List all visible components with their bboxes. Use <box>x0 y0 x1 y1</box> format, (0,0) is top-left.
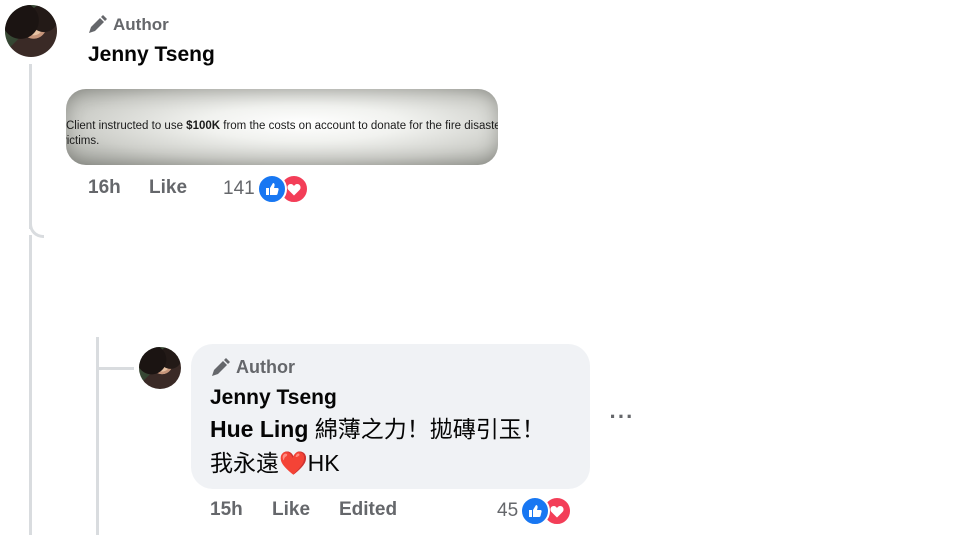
thread-curve-reply <box>96 337 134 370</box>
reply-time[interactable]: 15h <box>210 499 272 521</box>
image-text-line-2: victims. <box>66 135 100 147</box>
avatar-photo <box>139 347 181 389</box>
author-badge: Author <box>210 357 295 378</box>
pencil-icon <box>212 357 230 376</box>
reply-avatar[interactable] <box>139 347 181 389</box>
reply-text-line-2: 我永遠❤️HK <box>210 450 340 476</box>
thread-line-reply-branch <box>29 235 32 535</box>
comment-image-text: Client instructed to use $100K from the … <box>66 119 498 149</box>
reply-meta: 15h Like Edited <box>210 499 397 521</box>
author-badge-label: Author <box>236 357 295 377</box>
reply-text-line-1: Hue Ling 綿薄之力！拋磚引玉！ <box>210 416 545 442</box>
commenter-name[interactable]: Jenny Tseng <box>210 386 337 410</box>
heart-emoji: ❤️ <box>279 450 308 476</box>
reaction-summary[interactable]: 141 <box>223 174 309 204</box>
like-button[interactable]: Like <box>149 177 187 199</box>
mention-link[interactable]: Hue Ling <box>210 416 308 442</box>
commenter-name[interactable]: Jenny Tseng <box>88 43 215 67</box>
comment-image[interactable]: Client instructed to use $100K from the … <box>66 89 498 165</box>
comment-time[interactable]: 16h <box>88 177 149 199</box>
reaction-count: 45 <box>497 500 519 521</box>
more-options-button[interactable]: ··· <box>606 402 638 432</box>
comment-meta: 16h Like <box>88 177 187 199</box>
image-text-line-1: Client instructed to use $100K from the … <box>66 120 498 132</box>
like-button[interactable]: Like <box>272 499 339 521</box>
author-badge: Author <box>87 15 169 35</box>
like-icon <box>520 496 551 526</box>
thread-curve-main <box>29 205 44 238</box>
edited-label[interactable]: Edited <box>339 499 397 521</box>
reaction-summary[interactable]: 45 <box>497 496 573 526</box>
avatar-photo <box>5 5 57 57</box>
reply-bubble: Author Jenny Tseng Hue Ling 綿薄之力！拋磚引玉！ 我… <box>191 344 590 489</box>
reaction-count: 141 <box>223 178 255 199</box>
author-badge-label: Author <box>113 15 169 34</box>
like-icon <box>256 174 287 204</box>
reply-text: Hue Ling 綿薄之力！拋磚引玉！ 我永遠❤️HK <box>210 412 545 480</box>
avatar[interactable] <box>5 5 57 57</box>
pencil-icon <box>89 15 107 33</box>
